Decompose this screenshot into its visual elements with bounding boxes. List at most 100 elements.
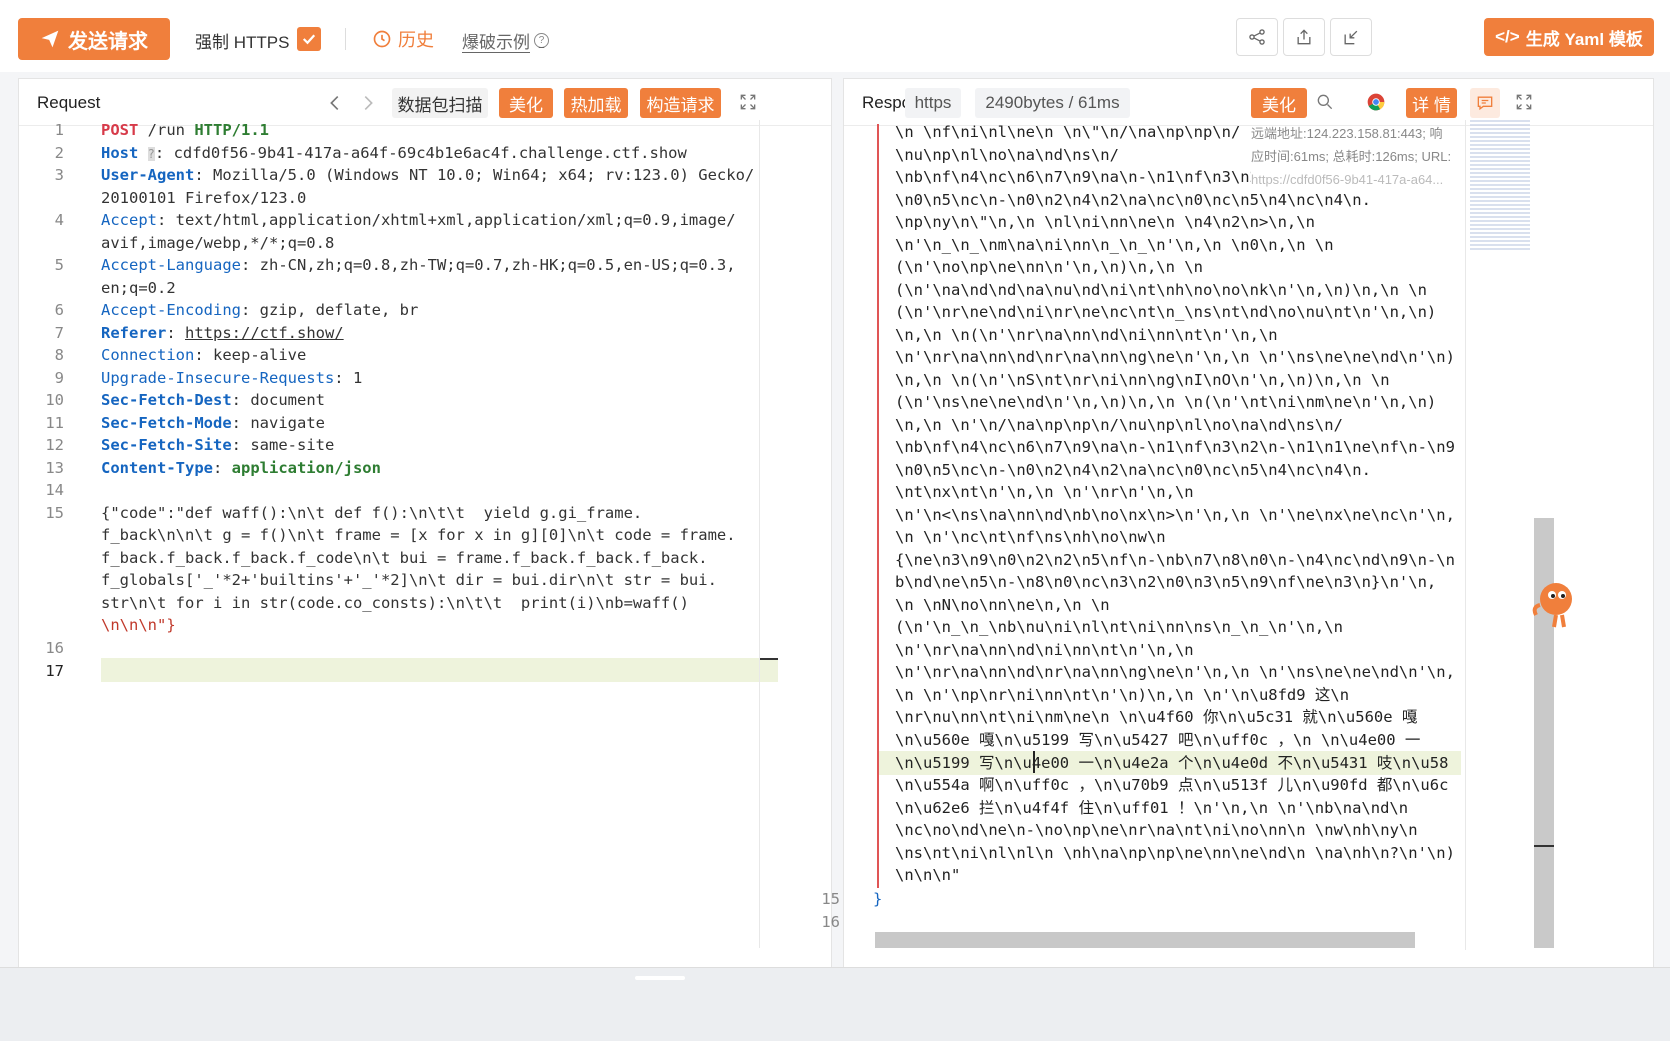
- line-number: 8: [54, 346, 64, 364]
- request-line-referer: Referer: https://ctf.show/: [101, 324, 344, 342]
- line-number: 7: [54, 324, 64, 342]
- response-meta-line: 远端地址:124.223.158.81:443; 响: [1251, 126, 1443, 141]
- response-line: (\n'\nr\ne\nd\ni\nr\ne\nc\nt\n_\ns\nt\nd…: [895, 303, 1437, 321]
- request-line-ua: User-Agent: Mozilla/5.0 (Windows NT 10.0…: [101, 166, 755, 184]
- top-toolbar: 发送请求 强制 HTTPS 历史 爆破示例 ? </> 生成 Yaml 模板: [0, 0, 1670, 72]
- response-horizontal-scrollbar[interactable]: [875, 932, 1415, 948]
- search-button[interactable]: [1315, 92, 1337, 114]
- header-name: Upgrade-Insecure-Requests: [101, 369, 335, 387]
- header-name: Accept-Encoding: [101, 301, 241, 319]
- header-value: document: [250, 391, 325, 409]
- line-number: 1: [54, 121, 64, 139]
- import-button[interactable]: [1330, 18, 1372, 56]
- request-title: Request: [37, 93, 101, 112]
- line-number: 15: [821, 890, 840, 908]
- response-line: \nr\nu\nn\nt\ni\nm\ne\n \n\u4f60 你\n\u5c…: [895, 708, 1418, 726]
- response-line: \n0\n5\nc\n-\n0\n2\n4\n2\na\nc\n0\nc\n5\…: [895, 461, 1371, 479]
- export-button[interactable]: [1283, 18, 1325, 56]
- prev-button[interactable]: [324, 92, 346, 114]
- help-icon: ?: [534, 33, 549, 48]
- response-line: b\nd\ne\n5\n-\n8\n0\nc\n3\n2\n0\n3\n5\n9…: [895, 573, 1437, 591]
- next-button[interactable]: [357, 92, 379, 114]
- response-line: \n'\nr\na\nn\nd\nr\na\nn\ng\ne\n'\n,\n \…: [895, 663, 1455, 681]
- force-https-checkbox[interactable]: [297, 27, 321, 51]
- response-line: \n\u62e6 拦\n\u4f4f 住\n\uff01 ！\n'\n,\n \…: [895, 799, 1409, 817]
- header-name: Sec-Fetch-Mode: [101, 414, 232, 432]
- header-name: Connection: [101, 346, 195, 364]
- protocol-badge: https: [905, 88, 961, 118]
- request-line-accept: Accept: text/html,application/xhtml+xml,…: [101, 211, 736, 229]
- beautify-button[interactable]: 美化: [499, 88, 553, 118]
- construct-request-button[interactable]: 构造请求: [640, 88, 721, 118]
- brute-example-label: 爆破示例: [462, 33, 530, 52]
- response-line: (\n'\ns\ne\ne\nd\n'\n,\n)\n,\n \n(\n'\nt…: [895, 393, 1437, 411]
- response-line: \nb\nf\n4\nc\n6\n7\n9\na\n-\n1\nf\n3\n2\…: [895, 168, 1251, 186]
- expand-response-button[interactable]: [1514, 92, 1536, 114]
- toolbar-divider: [345, 28, 346, 50]
- fullscreen-icon: [740, 94, 756, 110]
- scroll-marker: [1534, 845, 1554, 847]
- request-line-connection: Connection: keep-alive: [101, 346, 307, 364]
- detail-button[interactable]: 详 情: [1406, 88, 1457, 118]
- response-line: \n0\n5\nc\n-\n0\n2\n4\n2\na\nc\n0\nc\n5\…: [895, 191, 1371, 209]
- brute-example-link[interactable]: 爆破示例 ?: [462, 28, 549, 53]
- chevron-left-icon: [330, 95, 339, 111]
- minimap-divider: [1465, 120, 1466, 950]
- clock-icon: [373, 30, 391, 48]
- generate-yaml-button[interactable]: </> 生成 Yaml 模板: [1484, 18, 1654, 56]
- header-name: User-Agent: [101, 166, 195, 184]
- comment-button[interactable]: [1470, 88, 1500, 118]
- line-number: 16: [821, 913, 840, 931]
- response-panel-header: Responses https 2490bytes / 61ms 美化 详 情: [844, 79, 1653, 126]
- request-line-content-type: Content-Type: application/json: [101, 459, 381, 477]
- response-line: \n,\n \n(\n'\nr\na\nn\nd\ni\nn\nt\n'\n,\…: [895, 326, 1278, 344]
- comment-icon: [1477, 96, 1493, 111]
- header-value: application/json: [231, 459, 381, 477]
- expand-request-button[interactable]: [738, 92, 760, 114]
- response-line: (\n'\na\nd\nd\na\nu\nd\ni\nt\nh\no\no\nk…: [895, 281, 1427, 299]
- response-line: \n\u554a 啊\n\uff0c ，\n\u70b9 点\n\u513f 儿…: [895, 776, 1449, 794]
- referer-link[interactable]: https://ctf.show/: [185, 324, 344, 342]
- request-body-line: str\n\t for i in str(code.co_consts):\n\…: [101, 594, 689, 612]
- history-label: 历史: [398, 30, 434, 50]
- import-icon: [1344, 30, 1358, 45]
- response-line: \nc\no\nd\ne\n-\no\np\ne\nr\na\nt\ni\no\…: [895, 821, 1418, 839]
- open-in-chrome-button[interactable]: [1366, 92, 1388, 114]
- line-number: 6: [54, 301, 64, 319]
- header-name: Referer: [101, 324, 167, 342]
- header-value: cdfd0f56-9b41-417a-a64f-69c4b1e6ac4f.cha…: [173, 144, 687, 162]
- mascot-icon: [1532, 583, 1572, 628]
- line-number: 13: [45, 459, 64, 477]
- packet-scan-button[interactable]: 数据包扫描: [392, 88, 488, 118]
- response-line: \n \nf\ni\nl\ne\n \n\"\n/\na\np\np\n/: [895, 123, 1241, 141]
- header-name: Accept-Language: [101, 256, 241, 274]
- hotload-button[interactable]: 热加载: [564, 88, 628, 118]
- send-request-button[interactable]: 发送请求: [18, 18, 170, 60]
- http-method: POST: [101, 121, 139, 139]
- history-button[interactable]: 历史: [372, 26, 434, 52]
- header-name: Content-Type: [101, 459, 213, 477]
- line-number: 14: [45, 481, 64, 499]
- fullscreen-icon: [1516, 94, 1532, 110]
- response-line: {\ne\n3\n9\n0\n2\n2\n5\nf\n-\nb\n7\n8\n0…: [895, 551, 1455, 569]
- header-value: text/html,application/xhtml+xml,applicat…: [175, 211, 736, 229]
- chevron-right-icon: [364, 95, 373, 111]
- response-line: \n'\nr\na\nn\nd\nr\na\nn\ng\ne\n'\n,\n \…: [895, 348, 1455, 366]
- response-line: \n,\n \n(\n'\nS\nt\nr\ni\nn\ng\nI\nO\n'\…: [895, 371, 1390, 389]
- response-line: \n \n'\nc\nt\nf\ns\nh\no\nw\n: [895, 528, 1166, 546]
- response-minimap[interactable]: [1470, 120, 1530, 250]
- response-line: \n\u5199 写\n\u4e00 一\n\u4e2a 个\n\u4e0d 不…: [895, 754, 1449, 772]
- header-name: Sec-Fetch-Dest: [101, 391, 232, 409]
- response-line: \n \nN\no\nn\ne\n,\n \n: [895, 596, 1110, 614]
- response-beautify-button[interactable]: 美化: [1251, 88, 1307, 118]
- share-icon: [1249, 29, 1265, 45]
- header-value: 1: [352, 369, 363, 387]
- response-line: (\n'\no\np\ne\nn\n'\n,\n)\n,\n \n: [895, 258, 1203, 276]
- generate-yaml-label: 生成 Yaml 模板: [1525, 29, 1643, 49]
- share-button[interactable]: [1236, 18, 1278, 56]
- header-value: zh-CN,zh;q=0.8,zh-TW;q=0.7,zh-HK;q=0.5,e…: [259, 256, 736, 274]
- response-line: \n'\n_\n_\nm\na\ni\nn\n_\n_\n'\n,\n \n0\…: [895, 236, 1334, 254]
- response-meta-info: 远端地址:124.223.158.81:443; 响 应时间:61ms; 总耗时…: [1251, 122, 1461, 191]
- check-icon: [302, 34, 316, 45]
- response-line: \np\ny\n\"\n,\n \nl\ni\nn\ne\n \n4\n2\n>…: [895, 213, 1315, 231]
